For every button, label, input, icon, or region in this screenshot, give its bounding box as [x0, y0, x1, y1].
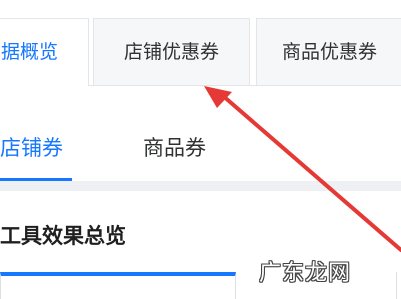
coupon-analytics-page: 据概览 店铺优惠券 商品优惠券 店铺券 商品券 工具效果总览 广东龙网 [0, 0, 401, 299]
overview-card [0, 272, 236, 299]
tab-store-coupons[interactable]: 店铺优惠券 [93, 18, 250, 86]
tab-bar-divider [88, 85, 401, 86]
arrow-head [204, 86, 232, 108]
tab-label: 店铺优惠券 [123, 41, 219, 63]
section-divider [0, 181, 401, 191]
section-title: 工具效果总览 [0, 224, 126, 248]
overview-card-secondary [396, 272, 401, 299]
top-tab-bar: 据概览 店铺优惠券 商品优惠券 [0, 18, 401, 88]
tab-label: 据概览 [1, 41, 59, 63]
subtab-label: 商品券 [143, 136, 206, 160]
sub-tab-bar: 店铺券 商品券 [0, 120, 401, 182]
tab-product-coupons[interactable]: 商品优惠券 [256, 18, 401, 86]
tab-data-overview[interactable]: 据概览 [0, 18, 89, 86]
subtab-label: 店铺券 [0, 136, 63, 160]
watermark-text: 广东龙网 [259, 261, 352, 286]
tab-label: 商品优惠券 [282, 41, 378, 63]
subtab-product-voucher[interactable]: 商品券 [143, 132, 206, 162]
subtab-store-voucher[interactable]: 店铺券 [0, 132, 63, 162]
